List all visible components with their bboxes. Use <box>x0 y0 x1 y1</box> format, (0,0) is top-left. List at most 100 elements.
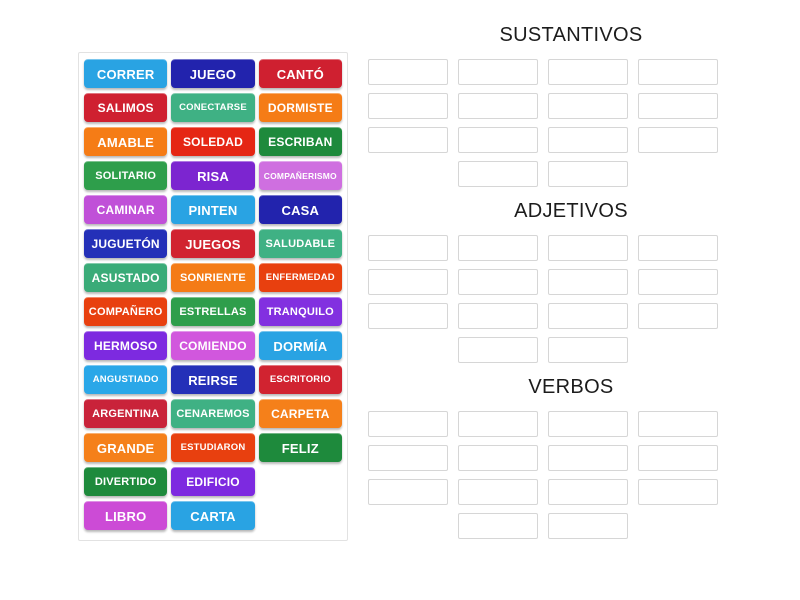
drop-slot[interactable] <box>548 235 628 261</box>
word-tile[interactable]: CAMINAR <box>84 195 167 224</box>
word-tile[interactable]: LIBRO <box>84 501 167 530</box>
drop-slot[interactable] <box>638 235 718 261</box>
drop-slot[interactable] <box>638 59 718 85</box>
word-tile[interactable]: COMPAÑERO <box>84 297 167 326</box>
word-tile[interactable]: HERMOSO <box>84 331 167 360</box>
word-tile[interactable]: TRANQUILO <box>259 297 342 326</box>
word-tile[interactable]: GRANDE <box>84 433 167 462</box>
drop-slot[interactable] <box>638 479 718 505</box>
word-tile[interactable]: CENAREMOS <box>171 399 254 428</box>
drop-slot[interactable] <box>458 337 538 363</box>
drop-slot[interactable] <box>368 303 448 329</box>
drop-slot[interactable] <box>548 93 628 119</box>
drop-slot[interactable] <box>548 479 628 505</box>
slot-grid <box>368 411 768 539</box>
word-bank-panel: CORRER SALIMOS AMABLE SOLITARIO CAMINAR JUGUE… <box>78 52 348 541</box>
word-tile-label: CORRER <box>86 68 165 81</box>
drop-slot[interactable] <box>458 235 538 261</box>
word-tile[interactable]: CARPETA <box>259 399 342 428</box>
drop-slot[interactable] <box>458 269 538 295</box>
word-tile[interactable]: ANGUSTIADO <box>84 365 167 394</box>
slot-row <box>368 161 768 187</box>
word-tile[interactable]: JUGUETÓN <box>84 229 167 258</box>
word-tile[interactable]: JUEGOS <box>171 229 254 258</box>
drop-slot[interactable] <box>458 513 538 539</box>
drop-slot[interactable] <box>368 59 448 85</box>
drop-slot[interactable] <box>638 93 718 119</box>
drop-slot[interactable] <box>548 513 628 539</box>
drop-slot[interactable] <box>458 93 538 119</box>
drop-slot[interactable] <box>368 269 448 295</box>
slot-row <box>368 445 768 471</box>
drop-slot[interactable] <box>368 235 448 261</box>
drop-slot[interactable] <box>368 479 448 505</box>
word-tile[interactable]: SALIMOS <box>84 93 167 122</box>
slot-row <box>368 479 768 505</box>
word-tile[interactable]: REIRSE <box>171 365 254 394</box>
word-tile[interactable]: ARGENTINA <box>84 399 167 428</box>
word-tile-label: ANGUSTIADO <box>86 375 165 385</box>
word-tile[interactable]: DIVERTIDO <box>84 467 167 496</box>
word-tile[interactable]: SOLITARIO <box>84 161 167 190</box>
word-tile[interactable]: ESCRIBAN <box>259 127 342 156</box>
drop-slot[interactable] <box>638 127 718 153</box>
word-tile[interactable]: DORMISTE <box>259 93 342 122</box>
word-tile[interactable]: CASA <box>259 195 342 224</box>
word-tile[interactable]: DORMÍA <box>259 331 342 360</box>
drop-slot[interactable] <box>458 411 538 437</box>
word-tile[interactable]: EDIFICIO <box>171 467 254 496</box>
word-tile[interactable]: FELIZ <box>259 433 342 462</box>
word-tile[interactable]: COMPAÑERISMO <box>259 161 342 190</box>
drop-slot[interactable] <box>458 127 538 153</box>
word-tile[interactable]: SALUDABLE <box>259 229 342 258</box>
word-tile-label: SONRIENTE <box>173 273 252 284</box>
drop-slot[interactable] <box>548 59 628 85</box>
drop-slot[interactable] <box>638 411 718 437</box>
word-tile[interactable]: ENFERMEDAD <box>259 263 342 292</box>
word-tile[interactable]: CANTÓ <box>259 59 342 88</box>
word-tile-label: CAMINAR <box>86 204 165 216</box>
word-tile[interactable]: ESTUDIARON <box>171 433 254 462</box>
word-tile[interactable]: CORRER <box>84 59 167 88</box>
drop-slot[interactable] <box>548 337 628 363</box>
word-tile[interactable]: AMABLE <box>84 127 167 156</box>
drop-slot[interactable] <box>458 479 538 505</box>
word-tile[interactable]: ESCRITORIO <box>259 365 342 394</box>
drop-slot[interactable] <box>458 445 538 471</box>
drop-slot[interactable] <box>638 445 718 471</box>
drop-slot[interactable] <box>548 161 628 187</box>
word-tile[interactable]: SOLEDAD <box>171 127 254 156</box>
word-tile[interactable]: RISA <box>171 161 254 190</box>
drop-slot[interactable] <box>548 127 628 153</box>
drop-slot[interactable] <box>368 411 448 437</box>
drop-slot[interactable] <box>458 161 538 187</box>
drop-slot[interactable] <box>638 303 718 329</box>
word-tile[interactable]: PINTEN <box>171 195 254 224</box>
category-title: SUSTANTIVOS <box>368 24 768 47</box>
word-tile[interactable]: CARTA <box>171 501 254 530</box>
word-tile[interactable]: ASUSTADO <box>84 263 167 292</box>
drop-slot[interactable] <box>458 303 538 329</box>
word-tile[interactable]: COMIENDO <box>171 331 254 360</box>
slot-row <box>368 127 768 153</box>
drop-slot[interactable] <box>548 269 628 295</box>
drop-slot[interactable] <box>548 411 628 437</box>
drop-slot[interactable] <box>368 93 448 119</box>
word-tile[interactable]: JUEGO <box>171 59 254 88</box>
word-tile[interactable]: SONRIENTE <box>171 263 254 292</box>
word-tile-label: CENAREMOS <box>173 409 252 420</box>
drop-slot[interactable] <box>458 59 538 85</box>
drop-slot[interactable] <box>368 445 448 471</box>
word-tile-label: ESCRITORIO <box>261 375 340 385</box>
drop-slot[interactable] <box>638 269 718 295</box>
drop-slot[interactable] <box>368 127 448 153</box>
word-tile-label: COMPAÑERISMO <box>261 172 340 181</box>
drop-slot[interactable] <box>548 303 628 329</box>
word-tile-label: SOLITARIO <box>86 171 165 182</box>
word-tile-label: CASA <box>261 204 340 217</box>
category-zones: SUSTANTIVOSADJETIVOSVERBOS <box>368 24 768 552</box>
word-tile[interactable]: CONECTARSE <box>171 93 254 122</box>
word-tile[interactable]: ESTRELLAS <box>171 297 254 326</box>
word-tile-label: SOLEDAD <box>173 136 252 148</box>
drop-slot[interactable] <box>548 445 628 471</box>
